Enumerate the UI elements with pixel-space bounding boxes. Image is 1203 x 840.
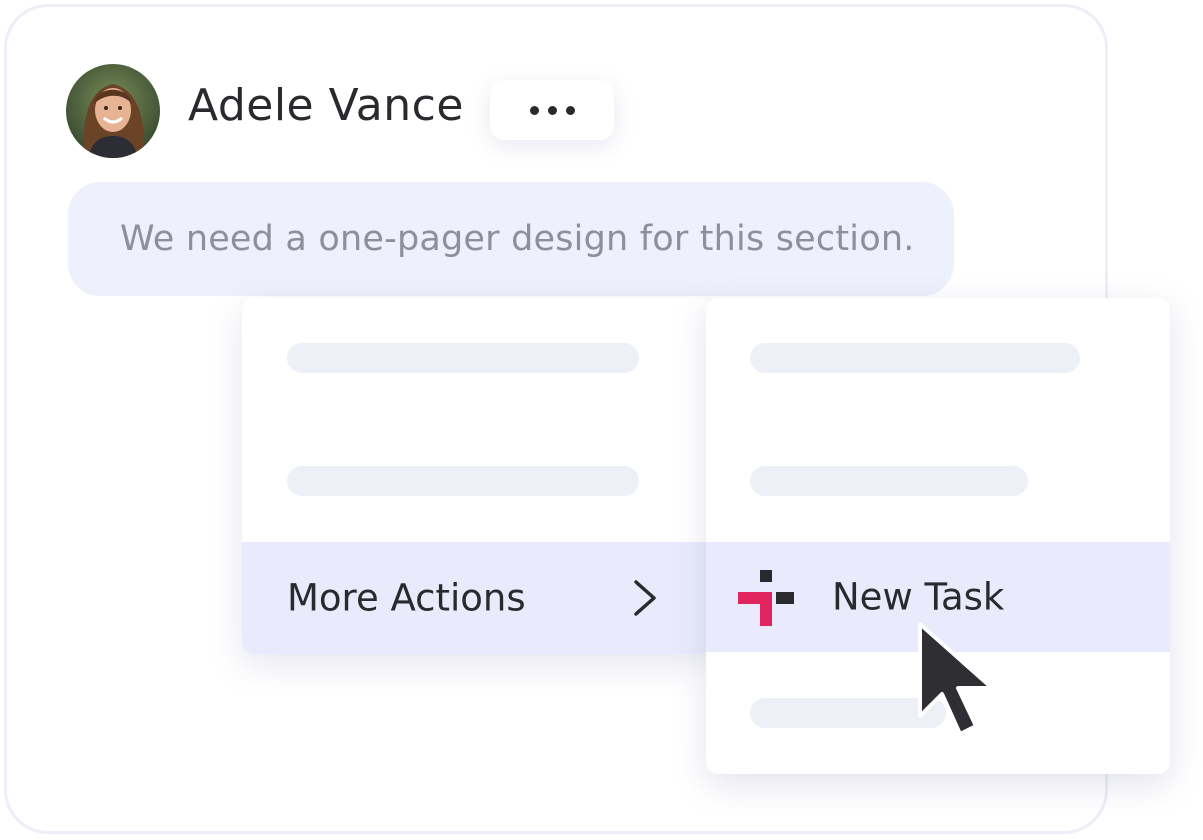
- menu-item-label: More Actions: [287, 576, 526, 620]
- menu-item-more-actions[interactable]: More Actions: [242, 542, 712, 654]
- more-horizontal-icon: [529, 105, 539, 115]
- avatar-photo-icon: [66, 64, 160, 158]
- more-horizontal-icon-dot: [547, 105, 557, 115]
- menu-item-placeholder[interactable]: [287, 343, 639, 373]
- avatar[interactable]: [66, 64, 160, 158]
- chat-card-illustration: Adele Vance We need a one-pager design f…: [0, 0, 1203, 840]
- more-horizontal-icon-dot: [565, 105, 575, 115]
- chevron-right-icon: [634, 580, 656, 616]
- submenu-item-placeholder[interactable]: [750, 466, 1028, 496]
- menu-item-placeholder[interactable]: [287, 466, 639, 496]
- cursor-arrow-icon: [918, 622, 994, 736]
- new-task-icon: [738, 570, 794, 626]
- message-text: We need a one-pager design for this sect…: [120, 219, 915, 259]
- submenu-item-label: New Task: [832, 575, 1005, 619]
- submenu-item-placeholder[interactable]: [750, 343, 1080, 373]
- user-name: Adele Vance: [188, 80, 464, 131]
- message-bubble: We need a one-pager design for this sect…: [68, 182, 954, 296]
- more-options-button[interactable]: [490, 80, 614, 140]
- context-menu: More Actions: [242, 298, 712, 654]
